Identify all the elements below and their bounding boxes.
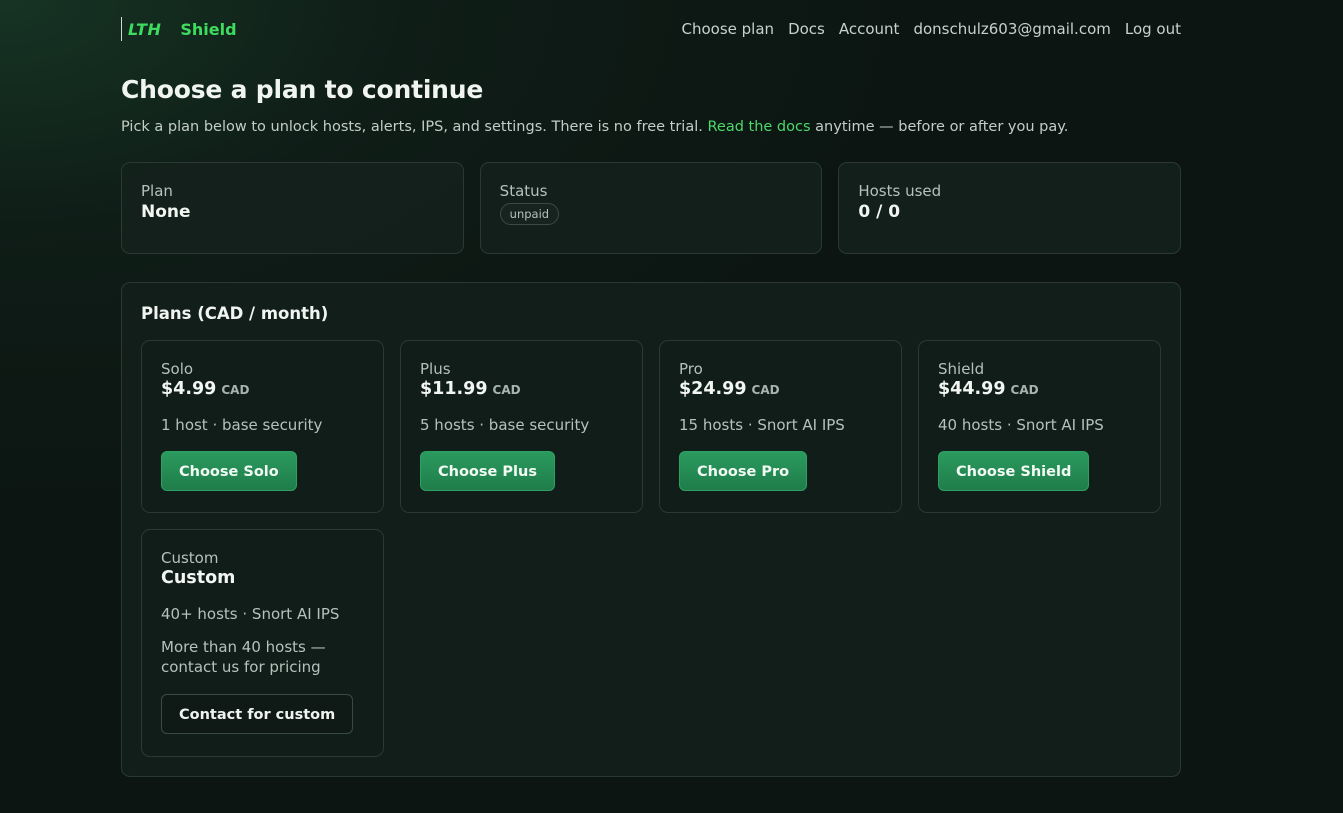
plan-price-amount: $4.99 [161, 379, 217, 399]
nav-docs[interactable]: Docs [788, 20, 825, 38]
brand-logo[interactable]: LTH Shield [121, 17, 237, 41]
plan-description: 5 hosts · base security [420, 416, 590, 434]
nav-account[interactable]: Account [839, 20, 900, 38]
account-stats: Plan None Status unpaid Hosts used 0 / 0 [121, 162, 1182, 254]
page-title: Choose a plan to continue [121, 75, 484, 104]
plan-price-currency: CAD [221, 383, 250, 397]
plan-price: $11.99 CAD [420, 379, 623, 399]
plan-description: 40+ hosts · Snort AI IPS [161, 605, 340, 623]
plan-price-amount: $44.99 [938, 379, 1006, 399]
nav-links: Choose plan Docs Account donschulz603@gm… [682, 20, 1181, 38]
stat-status-label: Status [499, 182, 548, 200]
choose-plus-button[interactable]: Choose Plus [420, 451, 555, 491]
plan-description: 15 hosts · Snort AI IPS [679, 416, 845, 434]
plans-title: Plans (CAD / month) [141, 304, 329, 323]
stat-hosts-label: Hosts used [858, 182, 942, 200]
brand-divider [121, 17, 122, 41]
choose-shield-button[interactable]: Choose Shield [938, 451, 1090, 491]
nav-log-out[interactable]: Log out [1125, 20, 1181, 38]
plan-grid: Solo $4.99 CAD 1 host · base security Ch… [141, 340, 1161, 757]
plan-card-plus: Plus $11.99 CAD 5 hosts · base security … [400, 340, 643, 513]
plan-price-amount: $24.99 [679, 379, 747, 399]
intro-text-after: anytime — before or after you pay. [810, 119, 1069, 135]
choose-solo-button[interactable]: Choose Solo [161, 451, 297, 491]
plan-name: Solo [161, 360, 194, 378]
top-navbar: LTH Shield Choose plan Docs Account dons… [121, 0, 1181, 58]
plan-description: 40 hosts · Snort AI IPS [938, 416, 1104, 434]
brand-lth-text: LTH [128, 19, 162, 39]
stat-hosts: Hosts used 0 / 0 [838, 162, 1182, 254]
brand-name: Shield [180, 19, 237, 39]
contact-custom-button[interactable]: Contact for custom [161, 694, 354, 734]
plan-price: $4.99 CAD [161, 379, 364, 399]
status-badge: unpaid [499, 203, 560, 225]
plan-price-currency: CAD [1010, 383, 1039, 397]
plan-card-custom: Custom Custom 40+ hosts · Snort AI IPS M… [141, 529, 384, 757]
plan-price-currency: CAD [492, 383, 521, 397]
plan-name: Pro [679, 360, 703, 378]
page-container: LTH Shield Choose plan Docs Account dons… [121, 0, 1182, 777]
intro-text: Pick a plan below to unlock hosts, alert… [121, 119, 1181, 135]
plan-custom-title: Custom [161, 568, 236, 588]
stat-status: Status unpaid [479, 162, 823, 254]
plan-price: $44.99 CAD [938, 379, 1141, 399]
plan-card-pro: Pro $24.99 CAD 15 hosts · Snort AI IPS C… [659, 340, 902, 513]
stat-hosts-value: 0 / 0 [858, 202, 901, 222]
plan-custom-note: More than 40 hosts — contact us for pric… [161, 638, 326, 676]
stat-plan: Plan None [121, 162, 464, 254]
plan-description: 1 host · base security [161, 416, 323, 434]
plan-card-solo: Solo $4.99 CAD 1 host · base security Ch… [141, 340, 384, 513]
nav-choose-plan[interactable]: Choose plan [682, 20, 775, 38]
plans-panel: Plans (CAD / month) Solo $4.99 CAD 1 hos… [121, 282, 1181, 777]
plan-price: Custom [161, 568, 364, 588]
stat-plan-value: None [141, 202, 191, 222]
plan-card-shield: Shield $44.99 CAD 40 hosts · Snort AI IP… [918, 340, 1161, 513]
plan-price-currency: CAD [751, 383, 780, 397]
read-docs-link[interactable]: Read the docs [707, 119, 810, 135]
stat-plan-label: Plan [141, 182, 173, 200]
plan-name: Custom [161, 549, 219, 567]
plan-name: Shield [938, 360, 985, 378]
nav-user-email[interactable]: donschulz603@gmail.com [913, 20, 1110, 38]
plan-price-amount: $11.99 [420, 379, 488, 399]
choose-pro-button[interactable]: Choose Pro [679, 451, 808, 491]
plan-price: $24.99 CAD [679, 379, 882, 399]
intro-text-before: Pick a plan below to unlock hosts, alert… [121, 119, 708, 135]
plan-name: Plus [420, 360, 451, 378]
